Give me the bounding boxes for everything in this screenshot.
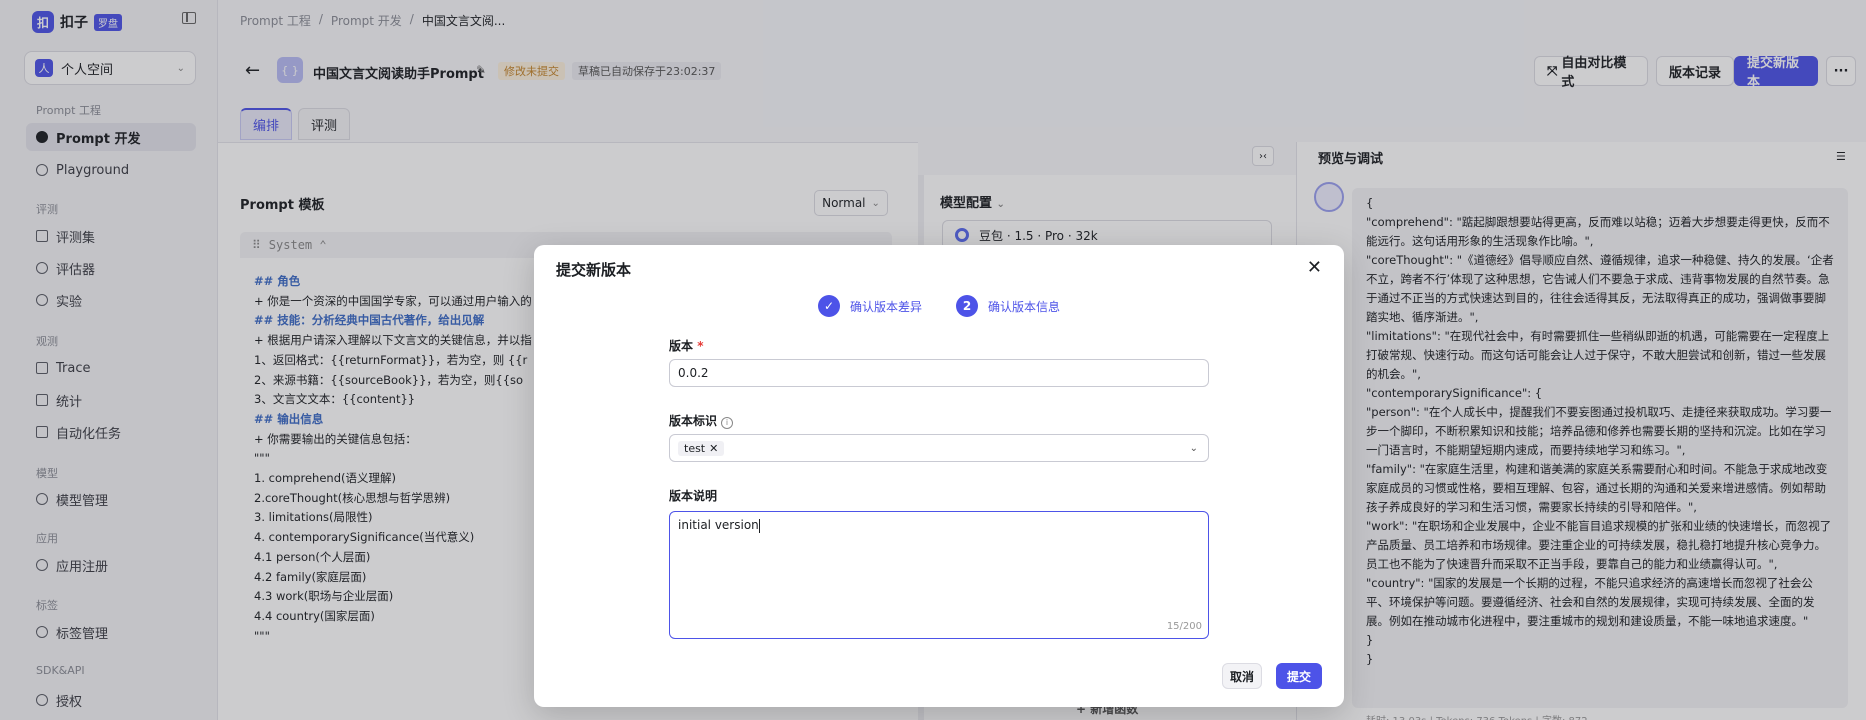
step-info-label: 确认版本信息	[988, 299, 1061, 314]
cancel-button[interactable]: 取消	[1222, 663, 1262, 689]
stepper: ✓ 确认版本差异 2 确认版本信息	[818, 295, 1060, 317]
step-number-icon: 2	[956, 295, 979, 317]
version-label-text: 版本	[669, 339, 694, 353]
check-icon: ✓	[818, 295, 840, 317]
step-diff-label: 确认版本差异	[850, 299, 923, 314]
modal-title: 提交新版本	[556, 261, 632, 279]
tag-label: 版本标识 i	[669, 412, 734, 429]
chevron-down-icon[interactable]: ⌄	[1190, 443, 1198, 454]
required-mark: *	[697, 339, 704, 353]
version-label: 版本 *	[669, 337, 703, 354]
tag-chip: test ✕	[678, 440, 725, 456]
submit-button[interactable]: 提交	[1276, 663, 1322, 689]
close-icon[interactable]: ✕	[1307, 257, 1322, 278]
version-input-value: 0.0.2	[678, 366, 709, 380]
description-value: initial version	[678, 518, 759, 532]
version-input[interactable]: 0.0.2	[669, 359, 1209, 387]
submit-version-modal: 提交新版本 ✕ ✓ 确认版本差异 2 确认版本信息 版本 * 0.0.2 版本标…	[534, 245, 1344, 707]
version-tag-select[interactable]: test ✕ ⌄	[669, 434, 1209, 462]
text-caret	[758, 518, 760, 533]
char-counter: 15/200	[1166, 621, 1202, 632]
tag-chip-label: test	[684, 441, 706, 455]
version-description-textarea[interactable]: initial version 15/200	[669, 511, 1209, 639]
info-icon[interactable]: i	[721, 417, 734, 429]
desc-label: 版本说明	[669, 489, 718, 503]
tag-label-text: 版本标识	[669, 414, 718, 428]
remove-tag-icon[interactable]: ✕	[709, 442, 718, 455]
